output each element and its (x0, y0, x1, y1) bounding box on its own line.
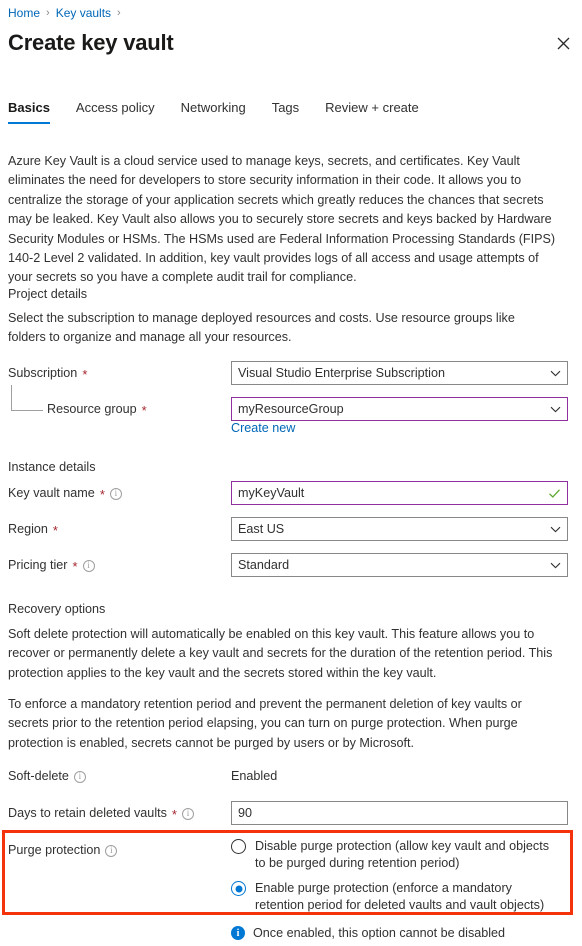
info-filled-icon: i (231, 926, 245, 940)
key-vault-name-label: Key vault name * i (8, 485, 122, 502)
days-to-retain-value: 90 (238, 806, 253, 820)
resource-group-value: myResourceGroup (238, 402, 344, 416)
required-asterisk: * (141, 402, 147, 418)
create-new-resource-group-link[interactable]: Create new (231, 420, 295, 436)
key-vault-name-label-text: Key vault name (8, 486, 95, 500)
page-title: Create key vault (8, 30, 174, 55)
days-to-retain-label-text: Days to retain deleted vaults (8, 806, 167, 820)
tab-networking[interactable]: Networking (181, 99, 246, 124)
info-icon[interactable]: i (73, 770, 86, 783)
recovery-options-paragraph-2: To enforce a mandatory retention period … (8, 697, 522, 750)
radio-button-selected[interactable] (231, 881, 246, 896)
tab-bar: Basics Access policy Networking Tags Rev… (8, 99, 419, 124)
radio-label-disable-purge-protection: Disable purge protection (allow key vaul… (255, 839, 550, 870)
resource-group-label: Resource group * (47, 401, 147, 418)
chevron-down-icon (550, 524, 561, 535)
breadcrumb-item-home[interactable]: Home (8, 5, 40, 21)
resource-group-dropdown[interactable]: myResourceGroup (231, 397, 568, 421)
region-dropdown[interactable]: East US (231, 517, 568, 541)
project-details-description: Select the subscription to manage deploy… (8, 311, 515, 345)
days-to-retain-input[interactable]: 90 (231, 801, 568, 825)
required-asterisk: * (82, 366, 88, 382)
required-asterisk: * (99, 486, 105, 502)
tab-access-policy[interactable]: Access policy (76, 99, 155, 124)
purge-protection-label: Purge protection i (8, 842, 118, 859)
chevron-down-icon (550, 560, 561, 571)
chevron-down-icon (550, 404, 561, 415)
days-to-retain-label: Days to retain deleted vaults * i (8, 805, 194, 822)
pricing-tier-dropdown[interactable]: Standard (231, 553, 568, 577)
info-icon[interactable]: i (181, 807, 194, 820)
subscription-label-text: Subscription (8, 366, 78, 380)
section-heading-project-details: Project details (8, 287, 88, 301)
purge-protection-radio-group: Disable purge protection (allow key vaul… (231, 838, 561, 922)
purge-protection-label-text: Purge protection (8, 843, 101, 857)
region-value: East US (238, 522, 285, 536)
soft-delete-label-text: Soft-delete (8, 769, 69, 783)
info-icon[interactable]: i (105, 844, 118, 857)
pricing-tier-label: Pricing tier * i (8, 557, 95, 574)
pricing-tier-value: Standard (238, 558, 290, 572)
recovery-options-paragraph-1: Soft delete protection will automaticall… (8, 627, 553, 680)
required-asterisk: * (72, 558, 78, 574)
resource-group-label-text: Resource group (47, 402, 137, 416)
subscription-value: Visual Studio Enterprise Subscription (238, 366, 445, 380)
breadcrumb-separator-icon: › (46, 7, 50, 19)
region-label-text: Region (8, 522, 48, 536)
subscription-dropdown[interactable]: Visual Studio Enterprise Subscription (231, 361, 568, 385)
section-heading-instance-details: Instance details (8, 460, 96, 474)
pricing-tier-label-text: Pricing tier (8, 558, 68, 572)
soft-delete-label: Soft-delete i (8, 768, 86, 785)
resource-group-tree-connector (11, 385, 43, 411)
section-heading-recovery-options: Recovery options (8, 602, 106, 616)
chevron-down-icon (550, 368, 561, 379)
radio-button-unselected[interactable] (231, 839, 246, 854)
purge-protection-note: i Once enabled, this option cannot be di… (231, 925, 505, 942)
radio-option-disable-purge-protection[interactable]: Disable purge protection (allow key vaul… (231, 838, 561, 872)
key-vault-name-input[interactable]: myKeyVault (231, 481, 568, 505)
soft-delete-value: Enabled (231, 769, 278, 783)
region-label: Region * (8, 521, 58, 538)
tab-review-create[interactable]: Review + create (325, 99, 419, 124)
breadcrumb-separator-icon: › (117, 7, 121, 19)
breadcrumb: Home › Key vaults › (8, 5, 121, 21)
close-icon[interactable] (550, 30, 576, 56)
info-icon[interactable]: i (82, 559, 95, 572)
required-asterisk: * (52, 522, 58, 538)
info-icon[interactable]: i (109, 487, 122, 500)
tab-tags[interactable]: Tags (272, 99, 299, 124)
intro-description: Azure Key Vault is a cloud service used … (8, 154, 556, 285)
radio-label-enable-purge-protection: Enable purge protection (enforce a manda… (255, 881, 545, 912)
purge-protection-note-text: Once enabled, this option cannot be disa… (253, 926, 506, 940)
required-asterisk: * (171, 806, 177, 822)
breadcrumb-item-key-vaults[interactable]: Key vaults (56, 5, 111, 21)
radio-option-enable-purge-protection[interactable]: Enable purge protection (enforce a manda… (231, 880, 561, 914)
tab-basics[interactable]: Basics (8, 99, 50, 124)
key-vault-name-value: myKeyVault (238, 486, 305, 500)
checkmark-icon (548, 487, 561, 500)
subscription-label: Subscription * (8, 365, 87, 382)
